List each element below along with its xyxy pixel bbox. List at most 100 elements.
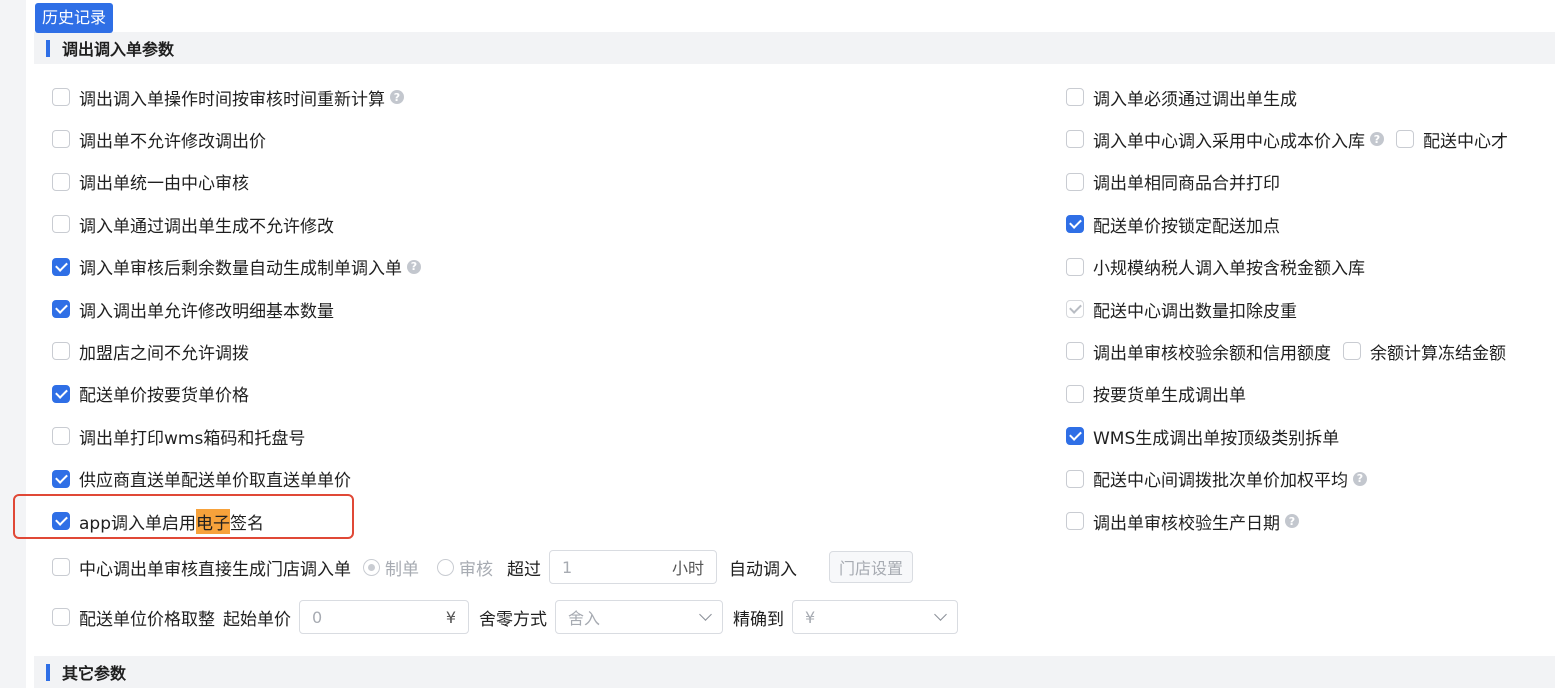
- option-label: 中心调出单审核直接生成门店调入单: [79, 559, 351, 580]
- option-extra-label: 余额计算冻结金额: [1370, 343, 1506, 364]
- currency-suffix: ¥: [445, 607, 456, 627]
- option-label: 调入单审核后剩余数量自动生成制单调入单: [79, 259, 402, 280]
- option-label: 调入单通过调出单生成不允许修改: [79, 216, 334, 237]
- hours-input[interactable]: 1 小时: [549, 550, 717, 584]
- checkbox[interactable]: [1066, 257, 1084, 276]
- option-label: 配送中心调出数量扣除皮重: [1093, 301, 1297, 322]
- option-label: 调出单审核校验生产日期: [1093, 513, 1280, 534]
- radio-audit[interactable]: [437, 558, 454, 576]
- chevron-down-icon: [934, 608, 947, 621]
- checkbox-extra[interactable]: [1396, 130, 1414, 149]
- checkbox[interactable]: [1066, 88, 1084, 106]
- precision-select[interactable]: ¥: [792, 600, 958, 634]
- left-option[interactable]: 调入单通过调出单生成不允许修改: [52, 211, 334, 237]
- option-label: WMS生成调出单按顶级类别拆单: [1093, 428, 1340, 449]
- checkbox[interactable]: [52, 512, 70, 530]
- option-label: 调入调出单允许修改明细基本数量: [79, 301, 334, 322]
- right-option[interactable]: 配送中心间调拨批次单价加权平均?: [1066, 466, 1367, 492]
- precision-label: 精确到: [733, 609, 784, 630]
- store-settings-button[interactable]: 门店设置: [829, 551, 914, 583]
- right-option[interactable]: 调入单必须通过调出单生成: [1066, 84, 1297, 110]
- left-option[interactable]: 调出单不允许修改调出价: [52, 126, 266, 152]
- right-option[interactable]: 调入单中心调入采用中心成本价入库? 配送中心才: [1066, 126, 1508, 152]
- option-label: 配送单价按锁定配送加点: [1093, 216, 1280, 237]
- auto-in-label: 自动调入: [729, 559, 797, 580]
- right-option[interactable]: 按要货单生成调出单: [1066, 381, 1246, 407]
- option-label: 供应商直送单配送单价取直送单单价: [79, 471, 351, 492]
- right-option[interactable]: 调出单审核校验余额和信用额度 余额计算冻结金额: [1066, 338, 1506, 364]
- auto-generate-row: 中心调出单审核直接生成门店调入单 制单 审核 超过 1 小时 自动调入 门店设置: [52, 550, 914, 584]
- left-option[interactable]: 加盟店之间不允许调拨: [52, 338, 249, 364]
- checkbox[interactable]: [52, 130, 70, 149]
- precision-value: ¥: [805, 607, 816, 627]
- section-header-other: 其它参数: [34, 656, 1555, 688]
- radio-audit-label: 审核: [459, 559, 493, 580]
- chevron-down-icon: [699, 608, 712, 621]
- section-title: 调出调入单参数: [62, 40, 175, 59]
- right-option[interactable]: 配送单价按锁定配送加点: [1066, 211, 1280, 237]
- round-mode-value: 舍入: [568, 609, 601, 628]
- checkbox[interactable]: [52, 215, 70, 234]
- help-icon[interactable]: ?: [1285, 514, 1299, 528]
- checkbox[interactable]: [52, 300, 70, 318]
- option-label: 配送单位价格取整: [79, 609, 215, 630]
- right-option[interactable]: 小规模纳税人调入单按含税金额入库: [1066, 254, 1365, 280]
- checkbox[interactable]: [1066, 512, 1084, 530]
- round-mode-select[interactable]: 舍入: [555, 600, 723, 634]
- checkbox[interactable]: [52, 172, 70, 191]
- checkbox[interactable]: [1066, 342, 1084, 361]
- checkbox[interactable]: [1066, 427, 1084, 446]
- section-header-transfer: 调出调入单参数: [34, 32, 1555, 64]
- history-button[interactable]: 历史记录: [35, 3, 114, 33]
- left-option[interactable]: 调出单打印wms箱码和托盘号: [52, 423, 305, 449]
- option-label: 配送中心间调拨批次单价加权平均: [1093, 471, 1348, 492]
- checkbox-extra[interactable]: [1343, 342, 1361, 361]
- checkbox[interactable]: [1066, 130, 1084, 149]
- left-sidebar-strip: [0, 0, 26, 688]
- option-label-post: 签名: [230, 513, 264, 534]
- option-label: 调出单审核校验余额和信用额度: [1093, 343, 1331, 364]
- checkbox[interactable]: [52, 342, 70, 361]
- checkbox[interactable]: [52, 88, 70, 106]
- right-option[interactable]: 配送中心调出数量扣除皮重: [1066, 296, 1297, 322]
- help-icon[interactable]: ?: [1370, 132, 1384, 147]
- help-icon[interactable]: ?: [1353, 471, 1367, 486]
- left-option[interactable]: 调出单统一由中心审核: [52, 169, 249, 195]
- checkbox[interactable]: [52, 558, 70, 576]
- left-option[interactable]: 供应商直送单配送单价取直送单单价: [52, 466, 351, 492]
- option-label: 调入单必须通过调出单生成: [1093, 89, 1297, 110]
- right-option[interactable]: 调出单审核校验生产日期?: [1066, 508, 1299, 534]
- section-accent: [46, 663, 50, 681]
- option-label: 按要货单生成调出单: [1093, 386, 1246, 407]
- help-icon[interactable]: ?: [407, 259, 421, 274]
- right-option[interactable]: 调出单相同商品合并打印: [1066, 169, 1280, 195]
- checkbox[interactable]: [1066, 469, 1084, 488]
- price-rounding-row: 配送单位价格取整 起始单价 0 ¥ 舍零方式 舍入 精确到 ¥: [52, 600, 958, 634]
- option-esign[interactable]: app调入单启用 电子 签名: [52, 508, 264, 534]
- hours-value: 1: [562, 557, 573, 577]
- start-price-input[interactable]: 0 ¥: [299, 600, 469, 634]
- option-label: 配送单价按要货单价格: [79, 386, 249, 407]
- section-accent: [46, 39, 50, 57]
- left-option[interactable]: 调入单审核后剩余数量自动生成制单调入单?: [52, 254, 421, 280]
- left-option[interactable]: 调出调入单操作时间按审核时间重新计算?: [52, 84, 404, 110]
- right-option[interactable]: WMS生成调出单按顶级类别拆单: [1066, 423, 1339, 449]
- radio-make-label: 制单: [385, 559, 419, 580]
- start-price-value: 0: [312, 607, 323, 627]
- checkbox[interactable]: [1066, 384, 1084, 403]
- left-option[interactable]: 调入调出单允许修改明细基本数量: [52, 296, 334, 322]
- checkbox: [1066, 300, 1084, 318]
- checkbox[interactable]: [52, 427, 70, 446]
- left-option[interactable]: 配送单价按要货单价格: [52, 381, 249, 407]
- checkbox[interactable]: [52, 608, 70, 626]
- radio-make[interactable]: [363, 558, 380, 576]
- help-icon[interactable]: ?: [390, 90, 404, 104]
- option-label-pre: app调入单启用: [79, 513, 196, 534]
- checkbox[interactable]: [52, 469, 70, 488]
- checkbox[interactable]: [1066, 172, 1084, 191]
- checkbox[interactable]: [1066, 215, 1084, 234]
- checkbox[interactable]: [52, 384, 70, 403]
- start-price-label: 起始单价: [223, 609, 291, 630]
- checkbox[interactable]: [52, 257, 70, 276]
- option-extra-label: 配送中心才: [1423, 131, 1508, 152]
